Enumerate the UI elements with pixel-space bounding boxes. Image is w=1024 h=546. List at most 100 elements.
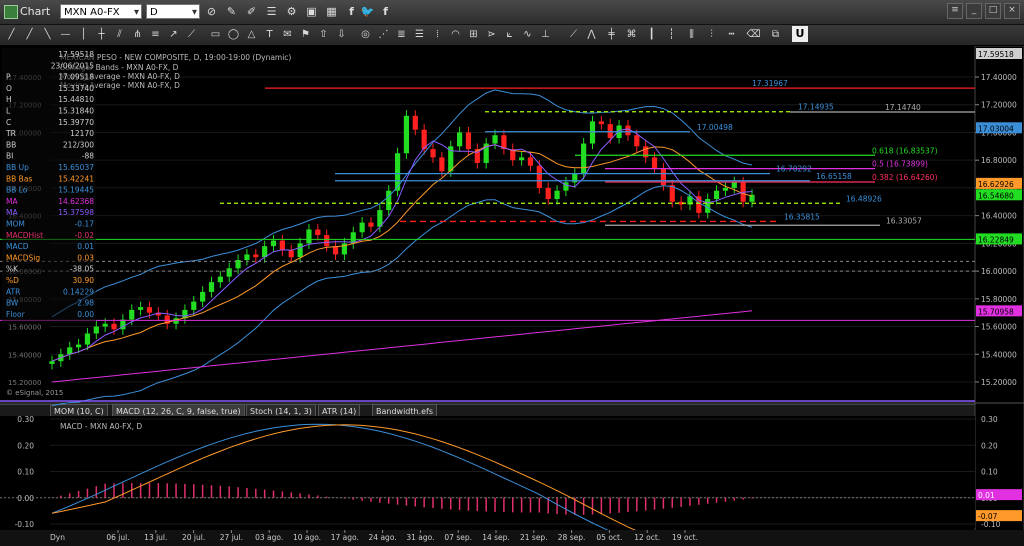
data-window-value: 0.03 — [77, 253, 94, 262]
maximize-icon[interactable]: □ — [985, 3, 1001, 19]
candle-body — [722, 187, 729, 191]
horizontal-line-icon[interactable]: — — [58, 27, 73, 42]
trend-channel-icon[interactable]: ⫽ — [112, 27, 127, 42]
macd-tag: -0.07 — [978, 512, 998, 521]
chevron-down-icon[interactable]: ▾ — [192, 5, 197, 20]
data-window-label: H — [6, 95, 12, 104]
arrow-icon[interactable]: ↗ — [166, 27, 181, 42]
list-icon[interactable]: ☰ — [264, 4, 279, 19]
note-icon[interactable]: ✉ — [280, 27, 295, 42]
candle-body — [146, 307, 153, 313]
extended-line-icon[interactable]: ╲ — [40, 27, 55, 42]
data-window-label: C — [6, 118, 11, 127]
cross-line-icon[interactable]: ┼ — [94, 27, 109, 42]
vertical-line-icon[interactable]: │ — [76, 27, 91, 42]
range-icon[interactable]: ┆ — [664, 27, 679, 42]
data-window-value: 15.37598 — [58, 208, 94, 217]
candle-body — [465, 132, 472, 150]
date-label: 13 jul. — [144, 533, 167, 542]
date-label: 12 oct. — [634, 533, 660, 542]
sell-arrow-icon[interactable]: ⇩ — [334, 27, 349, 42]
symbol-input[interactable]: MXN A0-FX ▾ — [60, 4, 142, 19]
fib-time-icon[interactable]: ⦙ — [430, 27, 445, 42]
annotation-label: 16.33057 — [886, 216, 922, 225]
date-label: 21 sep. — [520, 533, 548, 542]
table-icon[interactable]: ▦ — [324, 4, 339, 19]
text-tool-icon[interactable]: T — [262, 27, 277, 42]
regression-icon[interactable]: ⟋ — [184, 27, 199, 42]
fib-extension-icon[interactable]: ☰ — [412, 27, 427, 42]
ruler-icon[interactable]: ┅ — [724, 27, 739, 42]
date-label: 20 jul. — [182, 533, 205, 542]
chevron-down-icon[interactable]: ▾ — [134, 5, 139, 20]
draw-icon[interactable]: ✐ — [244, 4, 259, 19]
candle-body — [111, 323, 117, 330]
candle-body — [634, 135, 640, 147]
price-tag: 16.22849 — [978, 235, 1014, 244]
annotation-label: 16.65158 — [816, 172, 852, 181]
ray-tool-icon[interactable]: ╱ — [22, 27, 37, 42]
data-window-value: -38.05 — [70, 265, 94, 274]
gann-icon[interactable]: ⊞ — [466, 27, 481, 42]
facebook-f-icon[interactable]: f — [378, 4, 393, 19]
measure-icon[interactable]: ⊥ — [538, 27, 553, 42]
price-chart[interactable]: 17.4000017.2000017.0000016.8000016.60000… — [0, 46, 1024, 546]
twitter-icon[interactable]: 🐦 — [360, 4, 375, 19]
u-toggle-button[interactable]: U — [792, 26, 808, 42]
facebook-icon[interactable]: f — [344, 4, 359, 19]
price-tick-label: 15.80000 — [981, 295, 1017, 304]
price-tick-label: 15.40000 — [981, 350, 1017, 359]
data-window-label: BB Bas — [6, 174, 32, 183]
zigzag-icon[interactable]: ⋀ — [584, 27, 599, 42]
line-tool-icon[interactable]: ╱ — [4, 27, 19, 42]
candle-body — [129, 309, 135, 320]
fan-icon[interactable]: ⋰ — [376, 27, 391, 42]
cycle-icon[interactable]: ◎ — [358, 27, 373, 42]
eraser-icon[interactable]: ⌫ — [746, 27, 761, 42]
link-icon[interactable]: ⊘ — [204, 4, 219, 19]
date-label: 14 sep. — [482, 533, 510, 542]
annotation-label: 0.618 (16.83537) — [872, 146, 938, 155]
candle-body — [554, 190, 560, 199]
image-icon[interactable]: ▣ — [304, 4, 319, 19]
pitchfork-icon[interactable]: ⋔ — [130, 27, 145, 42]
candle-body — [67, 347, 73, 355]
rectangle-icon[interactable]: ▭ — [208, 27, 223, 42]
copy-icon[interactable]: ⧉ — [768, 27, 783, 42]
andrews-icon[interactable]: ⋗ — [484, 27, 499, 42]
time-cycle-icon[interactable]: ⫼ — [684, 27, 699, 42]
minimize-icon[interactable]: _ — [966, 3, 982, 19]
buy-arrow-icon[interactable]: ⇧ — [316, 27, 331, 42]
candle-body — [253, 254, 259, 258]
fib-arc-icon[interactable]: ◠ — [448, 27, 463, 42]
candle-body — [208, 282, 215, 292]
candle-body — [279, 240, 285, 251]
menu-icon[interactable]: ≡ — [947, 3, 963, 19]
candle-body — [439, 157, 445, 172]
drawing-toolbar: ╱ ╱ ╲ — │ ┼ ⫽ ⋔ ≡ ↗ ⟋ ▭ ◯ △ T ✉ ⚑ ⇧ ⇩ ◎ … — [0, 25, 1024, 46]
flag-icon[interactable]: ⚑ — [298, 27, 313, 42]
pattern-icon[interactable]: ⌘ — [624, 27, 639, 42]
parallel-icon[interactable]: ≡ — [148, 27, 163, 42]
triangle-icon[interactable]: △ — [244, 27, 259, 42]
interval-input[interactable]: D ▾ — [146, 4, 200, 19]
rays-icon[interactable]: ⫶ — [704, 27, 719, 42]
candle-body — [519, 157, 525, 161]
elliott-icon[interactable]: ∿ — [520, 27, 535, 42]
speed-lines-icon[interactable]: ⟀ — [502, 27, 517, 42]
close-icon[interactable]: × — [1004, 3, 1020, 19]
data-window-value: 12170 — [70, 129, 94, 138]
candle-body — [226, 268, 232, 277]
ellipse-icon[interactable]: ◯ — [226, 27, 241, 42]
interval-value: D — [150, 7, 158, 18]
data-window-value: 0.14229 — [63, 287, 94, 296]
grid-line-icon[interactable]: ╪ — [604, 27, 619, 42]
data-window-value: 212/300 — [63, 140, 94, 149]
candle-body — [545, 187, 551, 199]
edit-icon[interactable]: ✎ — [224, 4, 239, 19]
fib-retracement-icon[interactable]: ≣ — [394, 27, 409, 42]
zoom-line-icon[interactable]: ⟋ — [566, 27, 581, 42]
bars-icon[interactable]: ┃ — [644, 27, 659, 42]
settings-icon[interactable]: ⚙ — [284, 4, 299, 19]
candle-body — [731, 182, 737, 188]
